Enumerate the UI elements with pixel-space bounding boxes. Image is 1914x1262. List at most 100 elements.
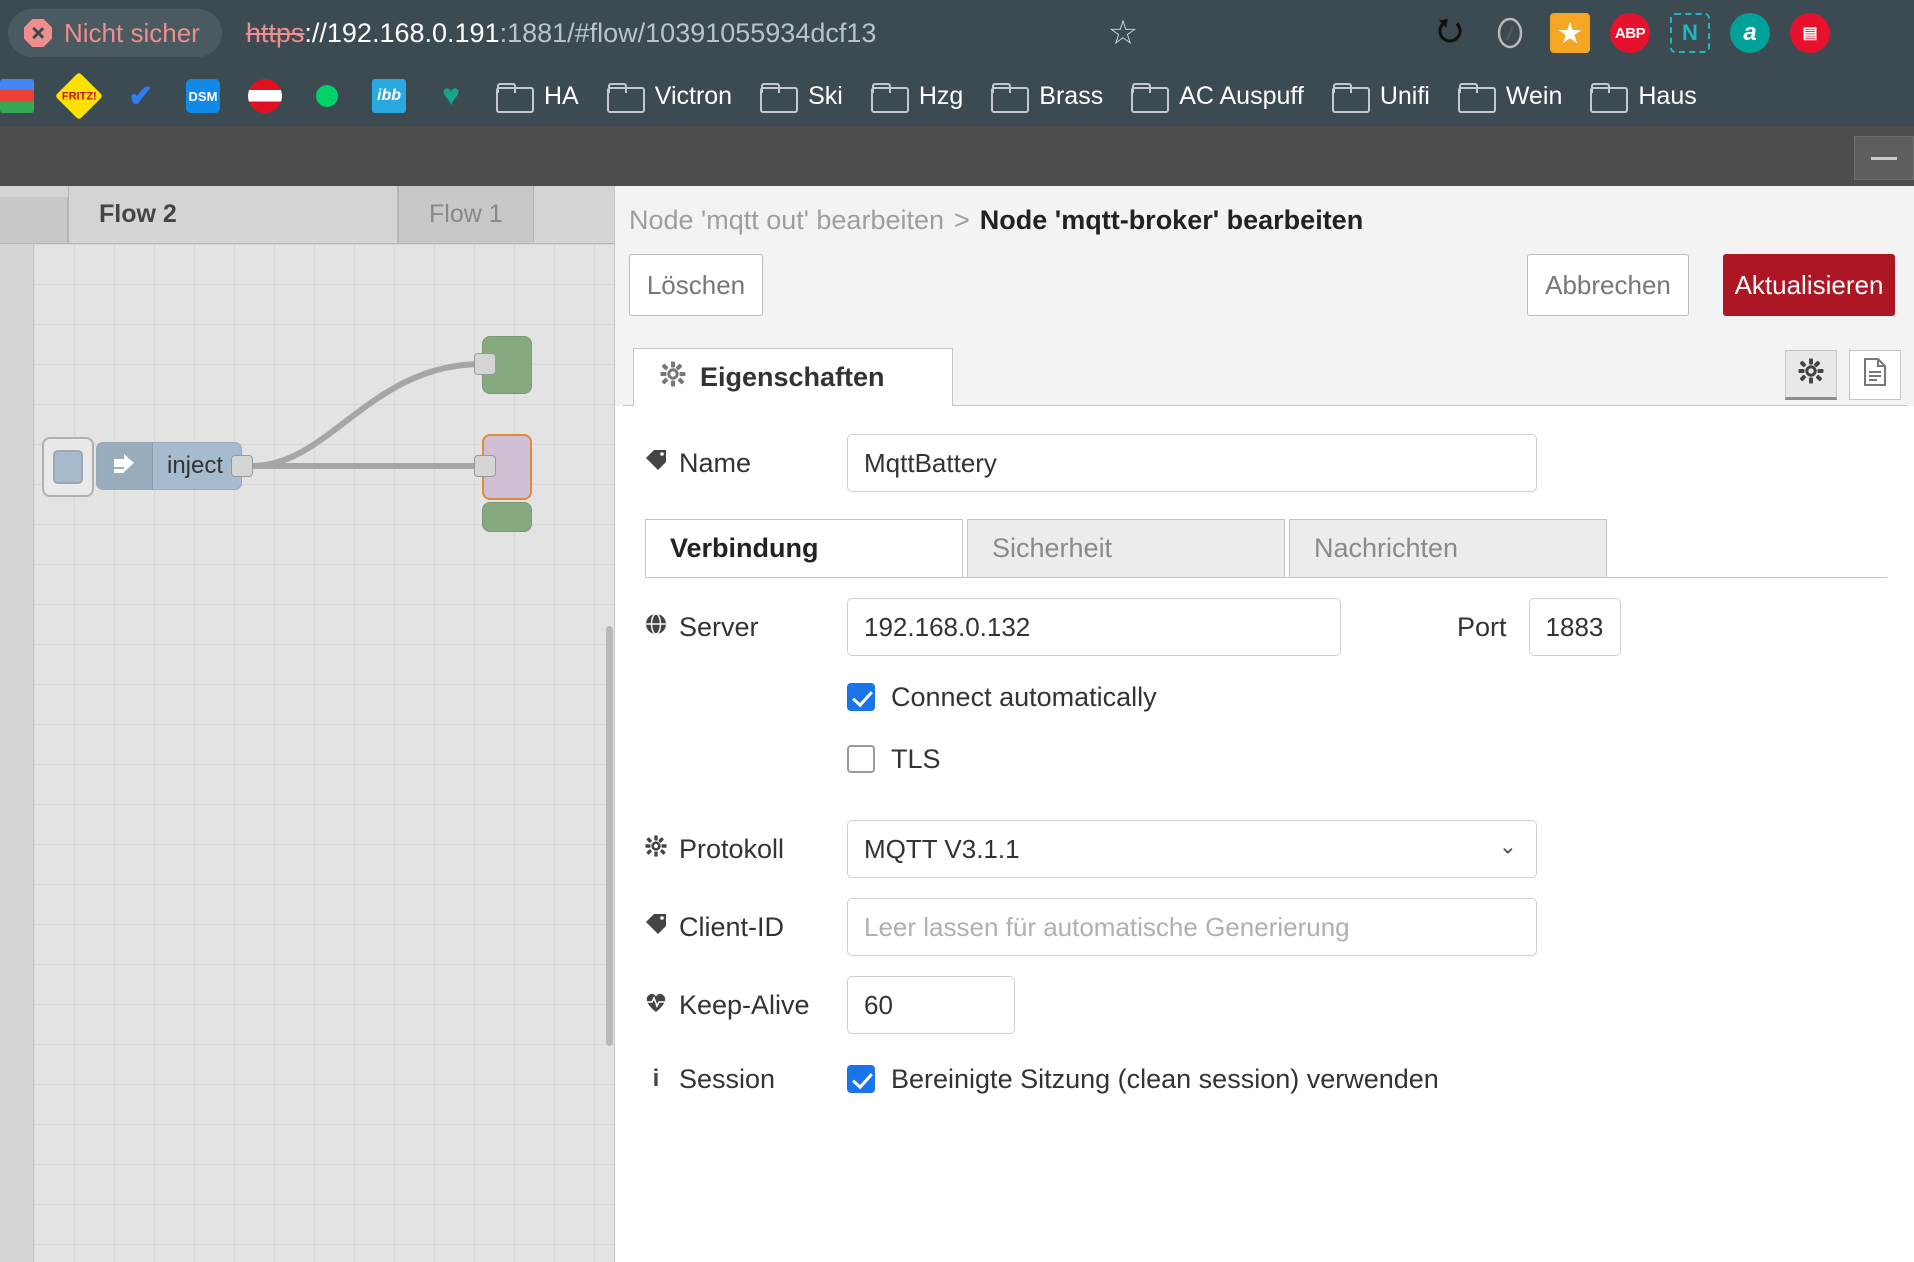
canvas-scrollbar[interactable] <box>606 626 613 1046</box>
port-input[interactable] <box>1529 598 1621 656</box>
name-input[interactable] <box>847 434 1537 492</box>
bookmark-todoist[interactable]: ✔ <box>110 73 172 119</box>
document-icon <box>1863 358 1887 393</box>
node-drag-handle[interactable] <box>42 437 94 497</box>
folder-icon <box>760 83 794 109</box>
speedometer-icon[interactable] <box>1490 13 1530 53</box>
subtab-nachrichten[interactable]: Nachrichten <box>1289 519 1607 577</box>
omnibox[interactable]: Nicht sicher https://192.168.0.191:1881/… <box>0 0 1414 66</box>
form-row-session: i Session Bereinigte Sitzung (clean sess… <box>615 1044 1914 1114</box>
port-label: Port <box>1457 612 1507 643</box>
delete-button[interactable]: Löschen <box>629 254 763 316</box>
node-red-header <box>0 126 1914 186</box>
bookmark-folder-brass[interactable]: Brass <box>977 73 1117 119</box>
bookmark-folder-haus[interactable]: Haus <box>1576 73 1710 119</box>
connect-automatically-row[interactable]: Connect automatically <box>615 666 1914 728</box>
bookmark-fritzbox[interactable]: FRITZ! <box>48 73 110 119</box>
adblock-plus-icon[interactable]: ABP <box>1610 13 1650 53</box>
notion-clipper-icon[interactable]: N <box>1670 13 1710 53</box>
form-row-name: Name <box>615 424 1914 502</box>
amazon-assistant-icon[interactable]: a <box>1730 13 1770 53</box>
clean-session-label: Bereinigte Sitzung (clean session) verwe… <box>891 1064 1439 1095</box>
node-edit-panel: Node 'mqtt out' bearbeiten > Node 'mqtt-… <box>614 186 1914 1262</box>
subtab-verbindung[interactable]: Verbindung <box>645 519 963 577</box>
folder-icon <box>1458 83 1492 109</box>
menu-button[interactable] <box>1854 136 1914 180</box>
bookmark-folder-hzg[interactable]: Hzg <box>857 73 977 119</box>
settings-icon-button[interactable] <box>1785 350 1837 400</box>
clean-session-checkbox[interactable] <box>847 1065 875 1093</box>
session-label-text: Session <box>679 1064 775 1095</box>
bookmark-folder-ha[interactable]: HA <box>482 73 593 119</box>
bookmark-folder-label: Victron <box>655 82 732 111</box>
folder-icon <box>1332 83 1366 109</box>
bookmark-dsm[interactable]: DSM <box>172 73 234 119</box>
bookmark-folder-ac-auspuff[interactable]: AC Auspuff <box>1117 73 1318 119</box>
bookmark-folder-label: Unifi <box>1380 82 1430 111</box>
bookmark-folder-ski[interactable]: Ski <box>746 73 857 119</box>
folder-icon <box>1131 83 1165 109</box>
bookmark-google[interactable] <box>0 73 48 119</box>
bookmark-health[interactable]: ♥ <box>420 73 482 119</box>
bookmark-folder-label: AC Auspuff <box>1179 82 1304 111</box>
tls-checkbox[interactable] <box>847 745 875 773</box>
folder-icon <box>871 83 905 109</box>
url-separator: :// <box>304 18 327 48</box>
subtab-sicherheit[interactable]: Sicherheit <box>967 519 1285 577</box>
bookmarks-bar: FRITZ! ✔ DSM ibb ♥ HA Victron Ski Hzg Br… <box>0 66 1914 126</box>
flow-workspace: Flow 2 Flow 1 inject <box>0 186 614 1262</box>
node-port-input[interactable] <box>474 455 496 477</box>
flow-wires <box>0 244 614 1262</box>
node-port-output[interactable] <box>231 455 253 477</box>
server-input[interactable] <box>847 598 1341 656</box>
url-scheme: https <box>246 18 305 48</box>
tls-label: TLS <box>891 744 941 775</box>
client-id-input[interactable] <box>847 898 1537 956</box>
update-button[interactable]: Aktualisieren <box>1723 254 1895 316</box>
breadcrumb-parent[interactable]: Node 'mqtt out' bearbeiten <box>629 205 944 236</box>
address-bar-url[interactable]: https://192.168.0.191:1881/#flow/1039105… <box>246 18 877 49</box>
flow-tab-bar: Flow 2 Flow 1 <box>0 186 614 244</box>
breadcrumb: Node 'mqtt out' bearbeiten > Node 'mqtt-… <box>615 186 1914 254</box>
folder-icon <box>1590 83 1624 109</box>
bookmark-folder-label: Ski <box>808 82 843 111</box>
form-row-protocol: Protokoll ⌄ <box>615 810 1914 888</box>
bookmark-star-button[interactable]: ☆ <box>1100 10 1146 56</box>
client-id-label-text: Client-ID <box>679 912 784 943</box>
bookmark-folder-victron[interactable]: Victron <box>593 73 746 119</box>
protocol-select[interactable] <box>847 820 1537 878</box>
url-path: :1881/#flow/10391055934dcf13 <box>500 18 877 48</box>
keep-alive-input[interactable] <box>847 976 1015 1034</box>
bookmark-folder-unifi[interactable]: Unifi <box>1318 73 1444 119</box>
password-manager-icon[interactable]: ▤ <box>1790 13 1830 53</box>
tls-row[interactable]: TLS <box>615 728 1914 790</box>
gear-icon <box>643 835 669 863</box>
bookmark-green-dot[interactable] <box>296 73 358 119</box>
flow-node-inject[interactable]: inject <box>96 442 242 490</box>
panel-icon-buttons <box>1785 350 1901 400</box>
flow-tab-label: Flow 1 <box>429 200 503 229</box>
bookmark-folder-label: Brass <box>1039 82 1103 111</box>
flow-tab-flow-1[interactable]: Flow 1 <box>398 186 534 243</box>
security-status-chip[interactable]: Nicht sicher <box>8 9 222 57</box>
sync-icon[interactable]: ⭮ <box>1430 13 1470 53</box>
bookmark-ibb[interactable]: ibb <box>358 73 420 119</box>
cancel-button[interactable]: Abbrechen <box>1527 254 1689 316</box>
connect-automatically-checkbox[interactable] <box>847 683 875 711</box>
node-port-input[interactable] <box>474 353 496 375</box>
server-label: Server <box>643 612 847 643</box>
protocol-label: Protokoll <box>643 834 847 865</box>
description-icon-button[interactable] <box>1849 350 1901 400</box>
info-icon: i <box>643 1065 669 1093</box>
flow-node-partial-green-bottom[interactable] <box>482 502 532 532</box>
bookmark-austria[interactable] <box>234 73 296 119</box>
hamburger-icon <box>1871 157 1897 160</box>
tab-eigenschaften[interactable]: Eigenschaften <box>633 348 953 406</box>
breadcrumb-current: Node 'mqtt-broker' bearbeiten <box>980 205 1363 236</box>
green-dot-icon <box>310 79 344 113</box>
star-bookmark-extension-icon[interactable]: ★ <box>1550 13 1590 53</box>
keep-alive-label-text: Keep-Alive <box>679 990 810 1021</box>
flow-canvas[interactable]: inject <box>0 244 614 1262</box>
flow-tab-flow-2[interactable]: Flow 2 <box>68 186 398 243</box>
bookmark-folder-wein[interactable]: Wein <box>1444 73 1577 119</box>
